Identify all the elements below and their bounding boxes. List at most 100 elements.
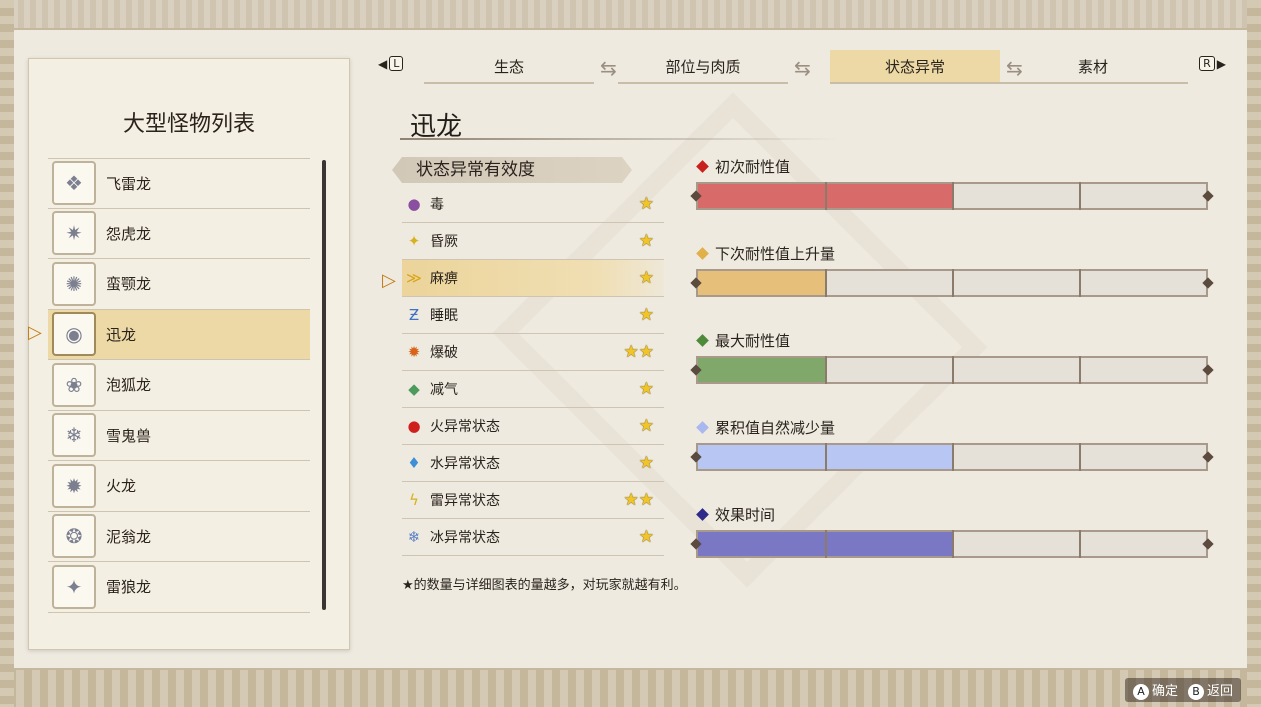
tab-separator-icon: ⇆ xyxy=(600,56,617,80)
ailment-row[interactable]: ϟ 雷异常状态 ★★ xyxy=(402,482,664,519)
confirm-prompt[interactable]: A 确定 xyxy=(1132,680,1178,700)
tab-hitzones[interactable]: 部位与肉质 xyxy=(618,50,788,84)
ailment-name-label: 冰异常状态 xyxy=(430,530,500,546)
monster-list: ❖ 飞雷龙 ✷ 怨虎龙 ✺ 蛮颚龙 ◉ 迅龙 ❀ 泡狐龙 ❄ 雪鬼兽 ✹ 火龙 ❂ 泥翁龙 ✦ 雷狼龙 xyxy=(48,158,310,613)
diamond-marker-icon xyxy=(696,246,709,260)
monster-list-item[interactable]: ❄ 雪鬼兽 xyxy=(48,411,310,461)
ailment-row[interactable]: ● 毒 ★ xyxy=(402,186,664,223)
exhaust-icon: ◆ xyxy=(408,380,420,398)
diamond-marker-icon xyxy=(696,420,709,434)
chevron-left-icon: ◀ xyxy=(378,56,388,71)
b-button-icon: B xyxy=(1187,684,1204,700)
monster-list-item[interactable]: ❂ 泥翁龙 xyxy=(48,512,310,562)
monster-portrait-icon: ◉ xyxy=(52,312,96,357)
blast-icon: ✹ xyxy=(407,343,421,361)
bar-end-cap-icon xyxy=(1202,277,1214,289)
stat-bar-divider xyxy=(952,530,954,558)
monster-list-item[interactable]: ❖ 飞雷龙 xyxy=(48,158,310,209)
bar-end-cap-icon xyxy=(1202,190,1214,202)
stat-bar-divider xyxy=(952,356,954,384)
ailment-row[interactable]: ● 火异常状态 ★ xyxy=(402,408,664,445)
monster-name-label: 雪鬼兽 xyxy=(106,426,152,445)
tab-bar: ◀ L R ▶ 生态 ⇆ 部位与肉质 ⇆ 状态异常 ⇆ 素材 xyxy=(378,50,1226,84)
star-explanation-note: ★的数量与详细图表的量越多，对玩家就越有利。 xyxy=(402,578,687,593)
tab-materials[interactable]: 素材 xyxy=(998,50,1188,84)
tab-next-button[interactable]: R ▶ xyxy=(1197,56,1226,71)
waterblight-icon: ♦ xyxy=(407,454,421,472)
ailment-name-label: 火异常状态 xyxy=(430,419,500,435)
ailment-row[interactable]: ≫ 麻痹 ★ xyxy=(402,260,664,297)
monster-name-label: 火龙 xyxy=(106,477,137,496)
fireblight-icon: ● xyxy=(407,417,421,435)
stat-label-row: 效果时间 xyxy=(696,504,1212,524)
ailment-row[interactable]: Ƶ 睡眠 ★ xyxy=(402,297,664,334)
ailment-star-rating: ★★ xyxy=(623,342,654,362)
diamond-marker-icon xyxy=(696,507,709,521)
monster-list-item[interactable]: ◉ 迅龙 xyxy=(48,309,310,360)
ailment-name-label: 水异常状态 xyxy=(430,456,500,472)
monster-name-label: 蛮颚龙 xyxy=(106,275,152,294)
ailment-star-rating: ★ xyxy=(638,416,654,436)
stat-bar-divider xyxy=(825,530,827,558)
ailment-row[interactable]: ✦ 昏厥 ★ xyxy=(402,223,664,260)
ailment-name-label: 昏厥 xyxy=(430,234,458,250)
stat-bar-divider xyxy=(952,269,954,297)
monster-name-label: 雷狼龙 xyxy=(106,578,152,597)
tab-separator-icon: ⇆ xyxy=(794,56,811,80)
poison-icon: ● xyxy=(407,195,421,213)
stat-label-row: 最大耐性值 xyxy=(696,330,1212,350)
tab-ailments[interactable]: 状态异常 xyxy=(830,50,1000,84)
diamond-marker-icon xyxy=(696,159,709,173)
ailment-row[interactable]: ✹ 爆破 ★★ xyxy=(402,334,664,371)
monster-name-label: 迅龙 xyxy=(106,325,137,344)
back-prompt[interactable]: B 返回 xyxy=(1187,680,1233,700)
ailment-row[interactable]: ◆ 减气 ★ xyxy=(402,371,664,408)
title-underline xyxy=(400,138,840,140)
monster-name-label: 泥翁龙 xyxy=(106,527,152,546)
stat-bar-divider xyxy=(1079,269,1081,297)
ailment-name-label: 爆破 xyxy=(430,345,458,361)
ailment-effectiveness-header: 状态异常有效度 xyxy=(392,157,632,183)
stat-label: 效果时间 xyxy=(715,505,776,524)
stat-bar xyxy=(690,530,1214,558)
ailment-star-rating: ★ xyxy=(638,379,654,399)
l-key: L xyxy=(389,56,404,71)
ailment-star-rating: ★ xyxy=(638,268,654,288)
stat-bar-fill xyxy=(698,358,825,382)
ailment-row[interactable]: ❄ 冰异常状态 ★ xyxy=(402,519,664,556)
bar-end-cap-icon xyxy=(1202,364,1214,376)
stat-label: 初次耐性值 xyxy=(715,157,791,176)
monster-portrait-icon: ✺ xyxy=(52,261,96,306)
tab-prev-button[interactable]: ◀ L xyxy=(378,56,405,71)
ailment-name-label: 雷异常状态 xyxy=(430,493,500,509)
back-label: 返回 xyxy=(1206,684,1233,699)
right-border xyxy=(1247,0,1261,707)
stun-icon: ✦ xyxy=(407,232,421,250)
stat-block: 初次耐性值 xyxy=(690,156,1214,210)
tab-ecology[interactable]: 生态 xyxy=(424,50,594,84)
ailment-cursor-icon: ▷ xyxy=(382,270,396,291)
monster-list-scrollbar[interactable] xyxy=(322,160,326,610)
button-prompts: A 确定 B 返回 xyxy=(1124,678,1241,702)
stat-bar-divider xyxy=(1079,530,1081,558)
stat-block: 最大耐性值 xyxy=(690,330,1214,384)
stat-bar-divider xyxy=(952,443,954,471)
ailment-name-label: 减气 xyxy=(430,382,458,398)
monster-list-item[interactable]: ✺ 蛮颚龙 xyxy=(48,259,310,310)
monster-name-label: 飞雷龙 xyxy=(106,174,152,193)
stat-label: 下次耐性值上升量 xyxy=(715,244,836,263)
monster-list-item[interactable]: ✷ 怨虎龙 xyxy=(48,209,310,259)
stat-label-row: 初次耐性值 xyxy=(696,156,1212,176)
diamond-marker-icon xyxy=(696,333,709,347)
ailment-row[interactable]: ♦ 水异常状态 ★ xyxy=(402,445,664,482)
monster-list-item[interactable]: ✦ 雷狼龙 xyxy=(48,562,310,613)
iceblight-icon: ❄ xyxy=(407,528,421,546)
stat-bar-divider xyxy=(825,356,827,384)
stat-block: 累积值自然减少量 xyxy=(690,417,1214,471)
monster-list-item[interactable]: ❀ 泡狐龙 xyxy=(48,360,310,411)
monster-list-item[interactable]: ✹ 火龙 xyxy=(48,461,310,512)
monster-portrait-icon: ❂ xyxy=(52,514,96,559)
stat-label: 最大耐性值 xyxy=(715,331,791,350)
ailment-star-rating: ★ xyxy=(638,231,654,251)
stat-block: 下次耐性值上升量 xyxy=(690,243,1214,297)
